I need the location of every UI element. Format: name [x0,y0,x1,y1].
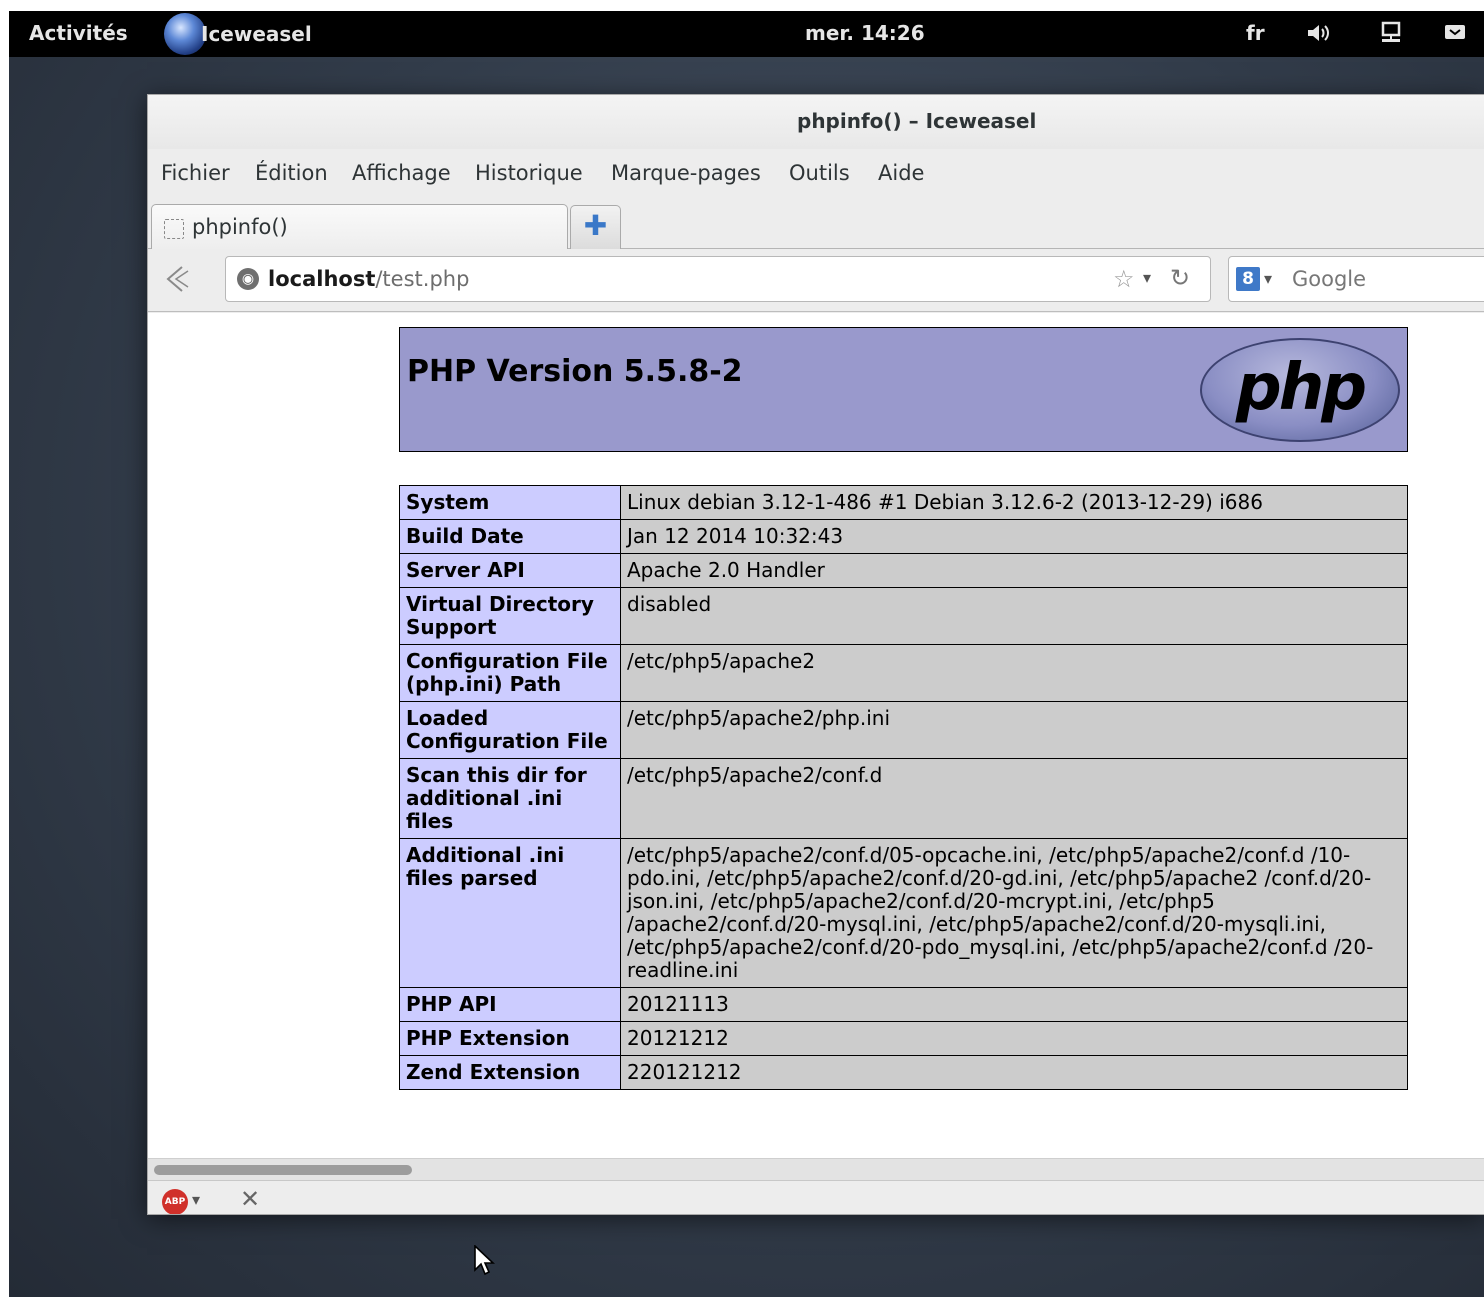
activities-button[interactable]: Activités [29,21,128,45]
table-row: Loaded Configuration File/etc/php5/apach… [399,701,1408,759]
gnome-top-bar: Activités Iceweasel mer. 14:26 fr [9,11,1484,57]
page-title: PHP Version 5.5.8-2 [407,354,743,389]
menu-marque-pages[interactable]: Marque-pages [611,161,761,185]
row-key: Server API [399,553,621,588]
back-arrow-icon [166,266,189,292]
tab-label: phpinfo() [192,215,288,239]
search-engine-dropdown-icon[interactable]: ▾ [1264,269,1272,288]
row-key: Build Date [399,519,621,554]
table-row: Scan this dir for additional .ini files /… [399,758,1408,839]
horizontal-scrollbar[interactable] [148,1158,1484,1180]
menu-affichage[interactable]: Affichage [352,161,451,185]
row-key: Additional .ini files parsed [399,838,621,988]
adblock-plus-icon[interactable]: ABP [162,1189,188,1214]
app-menu[interactable]: Iceweasel [164,11,312,57]
menu-historique[interactable]: Historique [475,161,583,185]
table-row: Additional .ini files parsed/etc/php5/ap… [399,838,1408,988]
search-placeholder: Google [1292,267,1367,291]
addon-bar: ABP ▾ ✕ [148,1180,1484,1214]
iceweasel-icon [164,13,206,55]
php-logo[interactable]: php [1200,338,1400,442]
row-value: /etc/php5/apache2/conf.d [620,758,1408,839]
url-path: /test.php [375,267,470,291]
network-icon[interactable] [1378,20,1404,46]
tab-bar: phpinfo() ✚ [148,201,1484,249]
history-dropdown-icon[interactable]: ▾ [1143,268,1151,287]
row-value: Jan 12 2014 10:32:43 [620,519,1408,554]
close-icon[interactable]: ✕ [240,1185,260,1213]
scrollbar-thumb[interactable] [154,1165,412,1175]
table-row: PHP API 20121113 [399,987,1408,1022]
row-value: Apache 2.0 Handler [620,553,1408,588]
menu-fichier[interactable]: Fichier [161,161,230,185]
row-key: Scan this dir for additional .ini files [399,758,621,839]
row-key: Loaded Configuration File [399,701,621,759]
row-value: /etc/php5/apache2/php.ini [620,701,1408,759]
mouse-cursor-icon [474,1245,495,1276]
tab-phpinfo[interactable]: phpinfo() [151,204,568,249]
desktop: Activités Iceweasel mer. 14:26 fr phpinf… [9,11,1484,1297]
row-key: Zend Extension [399,1055,621,1090]
navigation-toolbar: ◉ localhost/test.php ☆ ▾ ↻ 8 ▾ Google [148,250,1484,312]
bookmark-star-icon[interactable]: ☆ [1113,265,1135,293]
menu-edition[interactable]: Édition [255,161,328,185]
page-favicon-icon [164,219,184,239]
table-row: Server API Apache 2.0 Handler [399,553,1408,588]
chat-icon[interactable] [1442,20,1468,46]
clock[interactable]: mer. 14:26 [805,21,925,45]
row-value: /etc/php5/apache2 [620,644,1408,702]
table-row: PHP Extension 20121212 [399,1021,1408,1056]
row-key: Virtual Directory Support [399,587,621,645]
reload-icon[interactable]: ↻ [1170,264,1190,292]
url-host: localhost [268,267,376,291]
row-value: 20121212 [620,1021,1408,1056]
back-button[interactable] [160,261,200,301]
page-content: PHP Version 5.5.8-2 php System Linux debi… [148,313,1484,1158]
table-row: Build Date Jan 12 2014 10:32:43 [399,519,1408,554]
row-value: 220121212 [620,1055,1408,1090]
row-key: PHP API [399,987,621,1022]
row-key: System [399,485,621,520]
keyboard-layout-indicator[interactable]: fr [1246,21,1265,45]
window-titlebar[interactable]: phpinfo() – Iceweasel [148,95,1484,149]
search-bar[interactable]: 8 ▾ Google [1228,256,1484,302]
window-title: phpinfo() – Iceweasel [797,109,1037,133]
new-tab-button[interactable]: ✚ [570,205,621,249]
table-row: Virtual Directory Support disabled [399,587,1408,645]
row-value: /etc/php5/apache2/conf.d/05-opcache.ini,… [620,838,1408,988]
table-row: Configuration File (php.ini) Path/etc/ph… [399,644,1408,702]
table-row: System Linux debian 3.12-1-486 #1 Debian … [399,485,1408,520]
php-logo-text: php [1235,351,1367,425]
menu-outils[interactable]: Outils [789,161,850,185]
menu-bar: Fichier Édition Affichage Historique Mar… [148,157,1484,193]
row-value: 20121113 [620,987,1408,1022]
search-engine-icon[interactable]: 8 [1236,267,1260,291]
php-info-table: System Linux debian 3.12-1-486 #1 Debian … [399,485,1408,1090]
volume-icon[interactable] [1305,20,1331,46]
globe-icon: ◉ [237,268,259,290]
iceweasel-window: phpinfo() – Iceweasel Fichier Édition Af… [147,94,1484,1215]
url-text: localhost/test.php [268,267,469,291]
row-value: disabled [620,587,1408,645]
table-row: Zend Extension 220121212 [399,1055,1408,1090]
row-key: Configuration File (php.ini) Path [399,644,621,702]
url-bar[interactable]: ◉ localhost/test.php ☆ ▾ ↻ [225,256,1211,302]
row-key: PHP Extension [399,1021,621,1056]
adblock-dropdown-icon[interactable]: ▾ [192,1190,200,1209]
app-menu-label: Iceweasel [201,22,312,46]
php-header: PHP Version 5.5.8-2 php [399,327,1408,452]
plus-icon: ✚ [583,209,608,242]
menu-aide[interactable]: Aide [878,161,924,185]
row-value: Linux debian 3.12-1-486 #1 Debian 3.12.6… [620,485,1408,520]
